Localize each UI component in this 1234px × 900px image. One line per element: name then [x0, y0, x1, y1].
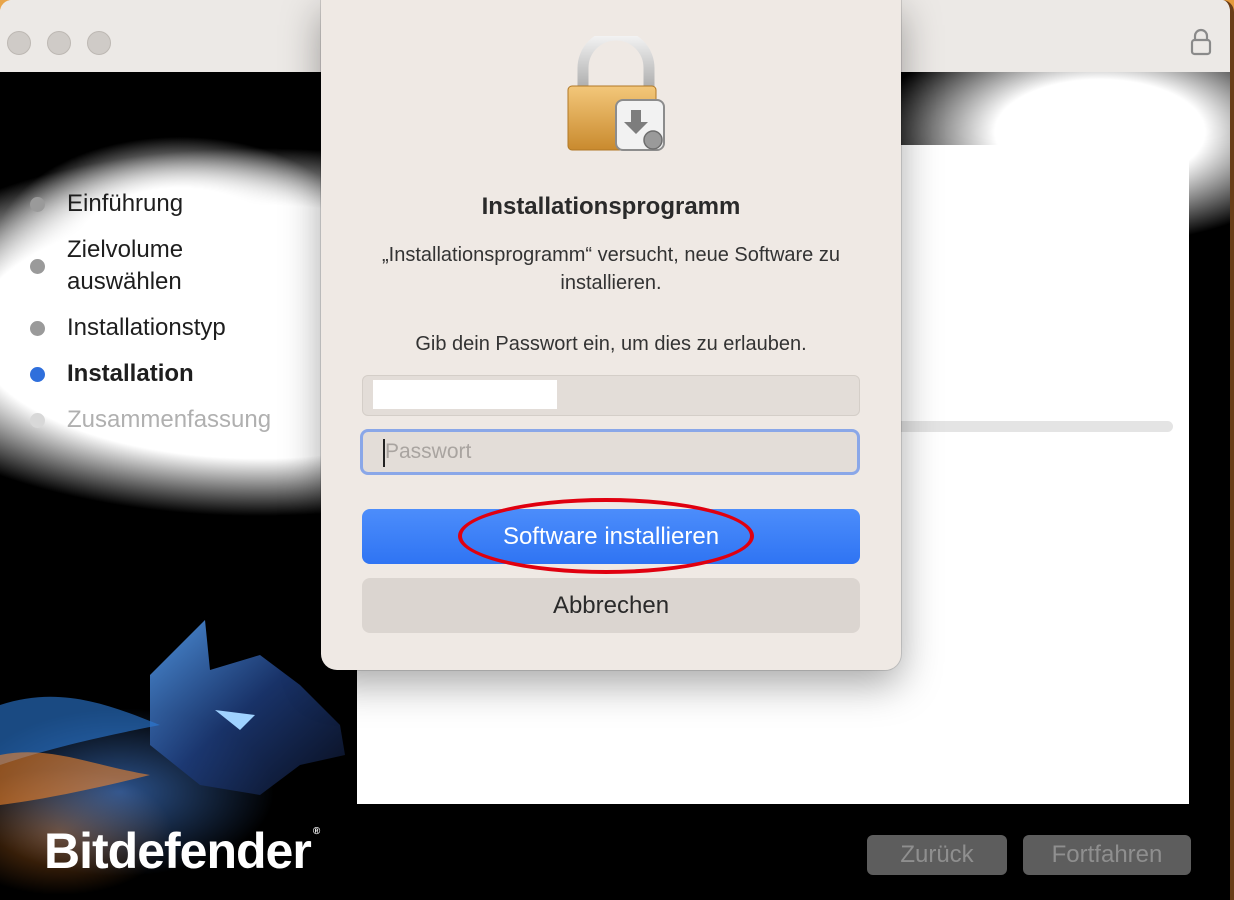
password-input[interactable] [360, 429, 860, 475]
step-label: Zielvolume auswählen [67, 236, 184, 295]
authentication-dialog: Installationsprogramm „Installationsprog… [321, 0, 901, 670]
username-value-redacted [373, 380, 557, 409]
install-software-button[interactable]: Software installieren [362, 509, 860, 564]
brand-name: Bitdefender [44, 823, 312, 879]
bitdefender-logo: Bitdefender ® [44, 822, 320, 880]
dialog-title: Installationsprogramm [481, 193, 741, 220]
step-bullet [30, 196, 45, 212]
zoom-window-button[interactable] [87, 31, 111, 55]
step-introduction: Einführung [30, 188, 330, 220]
text-cursor [383, 439, 385, 467]
step-label: Installationstyp [67, 314, 226, 341]
username-field[interactable] [362, 375, 860, 416]
step-bullet [30, 320, 45, 336]
step-installation-type: Installationstyp [30, 312, 330, 344]
back-button[interactable]: Zurück [867, 835, 1007, 875]
close-window-button[interactable] [7, 31, 31, 55]
minimize-window-button[interactable] [47, 31, 71, 55]
step-summary: Zusammenfassung [30, 404, 330, 436]
step-destination: Zielvolume auswählen [30, 234, 330, 298]
registered-mark: ® [312, 826, 320, 837]
step-label: Installation [67, 360, 194, 387]
padlock-installer-icon [567, 36, 665, 151]
continue-button[interactable]: Fortfahren [1023, 835, 1191, 875]
step-label: Zusammenfassung [67, 406, 272, 433]
step-bullet [30, 258, 45, 274]
step-installation: Installation [30, 358, 330, 390]
step-bullet-active [30, 366, 45, 382]
installer-steps: Einführung Zielvolume auswählen Installa… [30, 188, 330, 450]
password-prompt: Gib dein Passwort ein, um dies zu erlaub… [415, 333, 807, 355]
step-bullet [30, 412, 45, 428]
cancel-button[interactable]: Abbrechen [362, 578, 860, 633]
step-label: Einführung [67, 190, 184, 217]
wolf-logo-artwork [0, 620, 345, 805]
dialog-message: „Installationsprogramm“ versucht, neue S… [382, 244, 840, 294]
lock-icon [1190, 28, 1212, 56]
